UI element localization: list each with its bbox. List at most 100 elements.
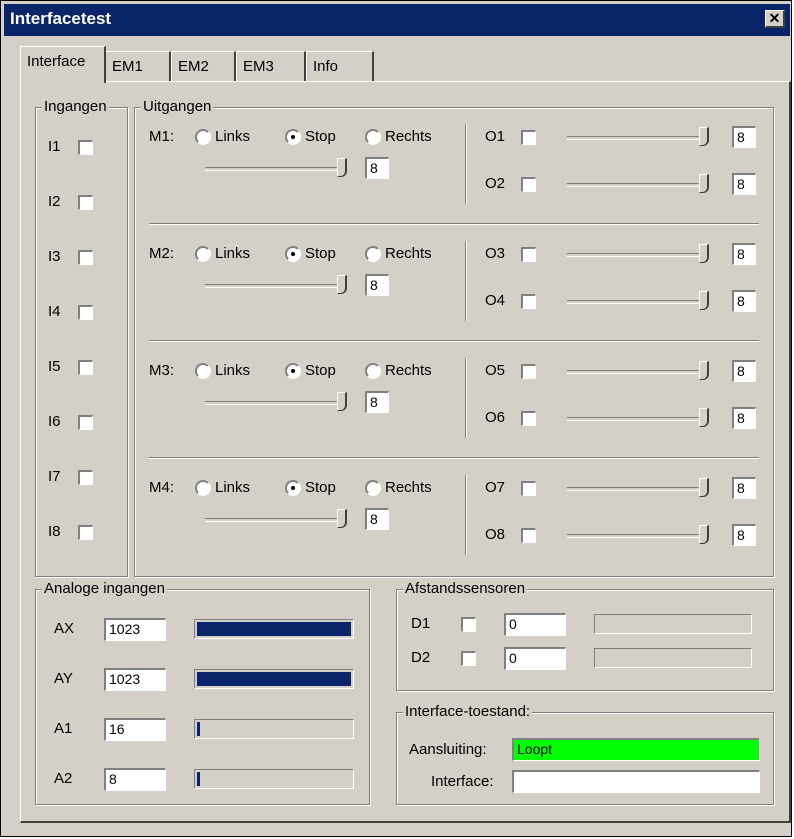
output-checkbox-o8[interactable]	[521, 528, 536, 543]
output-checkbox-o2[interactable]	[521, 177, 536, 192]
output-value[interactable]: 8	[732, 126, 756, 148]
output-checkbox-o3[interactable]	[521, 247, 536, 262]
output-slider[interactable]	[567, 244, 709, 264]
title-bar[interactable]: Interfacetest ✕	[4, 4, 790, 36]
uitgangen-group: Uitgangen M1: Links Stop Rechts 8 O1 8 O2 8 M2: Li…	[134, 98, 774, 577]
radio-label-rechts: Rechts	[385, 128, 432, 145]
motor-speed-slider[interactable]	[205, 392, 347, 412]
motor-speed-value[interactable]: 8	[365, 508, 389, 530]
interface-field	[512, 770, 760, 793]
slider-thumb[interactable]	[699, 408, 709, 427]
output-value[interactable]: 8	[732, 173, 756, 195]
output-slider[interactable]	[567, 127, 709, 147]
distance-value: 0	[504, 647, 566, 670]
slider-track	[567, 183, 699, 187]
input-checkbox-i4[interactable]	[78, 305, 93, 320]
slider-thumb[interactable]	[699, 174, 709, 193]
motor-speed-value[interactable]: 8	[365, 391, 389, 413]
input-checkbox-i2[interactable]	[78, 195, 93, 210]
motor-3-stop-radio[interactable]	[285, 363, 301, 379]
slider-thumb[interactable]	[699, 361, 709, 380]
motor-speed-slider[interactable]	[205, 158, 347, 178]
output-checkbox-o7[interactable]	[521, 481, 536, 496]
slider-thumb[interactable]	[699, 127, 709, 146]
vertical-separator	[465, 241, 467, 321]
output-slider[interactable]	[567, 361, 709, 381]
motor-4-links-radio[interactable]	[195, 480, 211, 496]
progress-fill	[197, 672, 351, 686]
output-label: O2	[485, 175, 506, 192]
input-checkbox-i7[interactable]	[78, 470, 93, 485]
output-slider[interactable]	[567, 525, 709, 545]
motor-speed-value[interactable]: 8	[365, 157, 389, 179]
distance-checkbox-d1[interactable]	[461, 617, 476, 632]
slider-thumb[interactable]	[337, 158, 347, 177]
tab-em2[interactable]: EM2	[171, 51, 236, 81]
motor-3-rechts-radio[interactable]	[365, 363, 381, 379]
motor-2-rechts-radio[interactable]	[365, 246, 381, 262]
output-checkbox-o1[interactable]	[521, 130, 536, 145]
motor-2-links-radio[interactable]	[195, 246, 211, 262]
slider-track	[567, 370, 699, 374]
output-slider[interactable]	[567, 291, 709, 311]
slider-thumb[interactable]	[337, 509, 347, 528]
motor-4-rechts-radio[interactable]	[365, 480, 381, 496]
output-slider[interactable]	[567, 478, 709, 498]
radio-label-stop: Stop	[305, 362, 336, 379]
output-checkbox-o6[interactable]	[521, 411, 536, 426]
output-checkbox-o4[interactable]	[521, 294, 536, 309]
motor-3-links-radio[interactable]	[195, 363, 211, 379]
output-value[interactable]: 8	[732, 524, 756, 546]
motor-1-links-radio[interactable]	[195, 129, 211, 145]
tab-em1[interactable]: EM1	[105, 51, 171, 81]
analog-label: AX	[54, 620, 75, 637]
slider-thumb[interactable]	[337, 275, 347, 294]
analog-value: 1023	[104, 668, 166, 691]
output-value[interactable]: 8	[732, 407, 756, 429]
aansluiting-label: Aansluiting:	[409, 741, 487, 758]
slider-thumb[interactable]	[699, 244, 709, 263]
input-checkbox-i1[interactable]	[78, 140, 93, 155]
motor-speed-slider[interactable]	[205, 275, 347, 295]
output-checkbox-o5[interactable]	[521, 364, 536, 379]
motor-1-rechts-radio[interactable]	[365, 129, 381, 145]
output-value[interactable]: 8	[732, 243, 756, 265]
analog-progress-bar	[194, 769, 354, 789]
tab-interface[interactable]: Interface	[20, 46, 106, 83]
window-title: Interfacetest	[10, 9, 112, 28]
output-label: O5	[485, 362, 506, 379]
motor-4-stop-radio[interactable]	[285, 480, 301, 496]
input-checkbox-i6[interactable]	[78, 415, 93, 430]
input-label: I3	[48, 248, 61, 265]
output-value[interactable]: 8	[732, 290, 756, 312]
progress-fill	[197, 622, 351, 636]
input-checkbox-i3[interactable]	[78, 250, 93, 265]
toestand-title: Interface-toestand:	[403, 703, 533, 721]
motor-1-stop-radio[interactable]	[285, 129, 301, 145]
ingangen-title: Ingangen	[42, 98, 109, 116]
output-value[interactable]: 8	[732, 360, 756, 382]
motor-speed-slider[interactable]	[205, 509, 347, 529]
output-label: O1	[485, 128, 506, 145]
input-checkbox-i8[interactable]	[78, 525, 93, 540]
tab-info[interactable]: Info	[306, 51, 374, 81]
tab-em3[interactable]: EM3	[236, 51, 306, 81]
output-slider[interactable]	[567, 408, 709, 428]
input-checkbox-i5[interactable]	[78, 360, 93, 375]
motor-2-stop-radio[interactable]	[285, 246, 301, 262]
slider-thumb[interactable]	[337, 392, 347, 411]
close-icon[interactable]: ✕	[765, 10, 785, 28]
motor-speed-value[interactable]: 8	[365, 274, 389, 296]
analoge-title: Analoge ingangen	[42, 580, 167, 598]
slider-thumb[interactable]	[699, 525, 709, 544]
output-slider[interactable]	[567, 174, 709, 194]
slider-thumb[interactable]	[699, 291, 709, 310]
slider-thumb[interactable]	[699, 478, 709, 497]
analog-label: A1	[54, 720, 73, 737]
distance-checkbox-d2[interactable]	[461, 651, 476, 666]
motor-label: M1:	[149, 128, 175, 145]
radio-label-stop: Stop	[305, 245, 336, 262]
distance-progress-bar	[594, 648, 752, 668]
analog-value: 1023	[104, 618, 166, 641]
output-value[interactable]: 8	[732, 477, 756, 499]
